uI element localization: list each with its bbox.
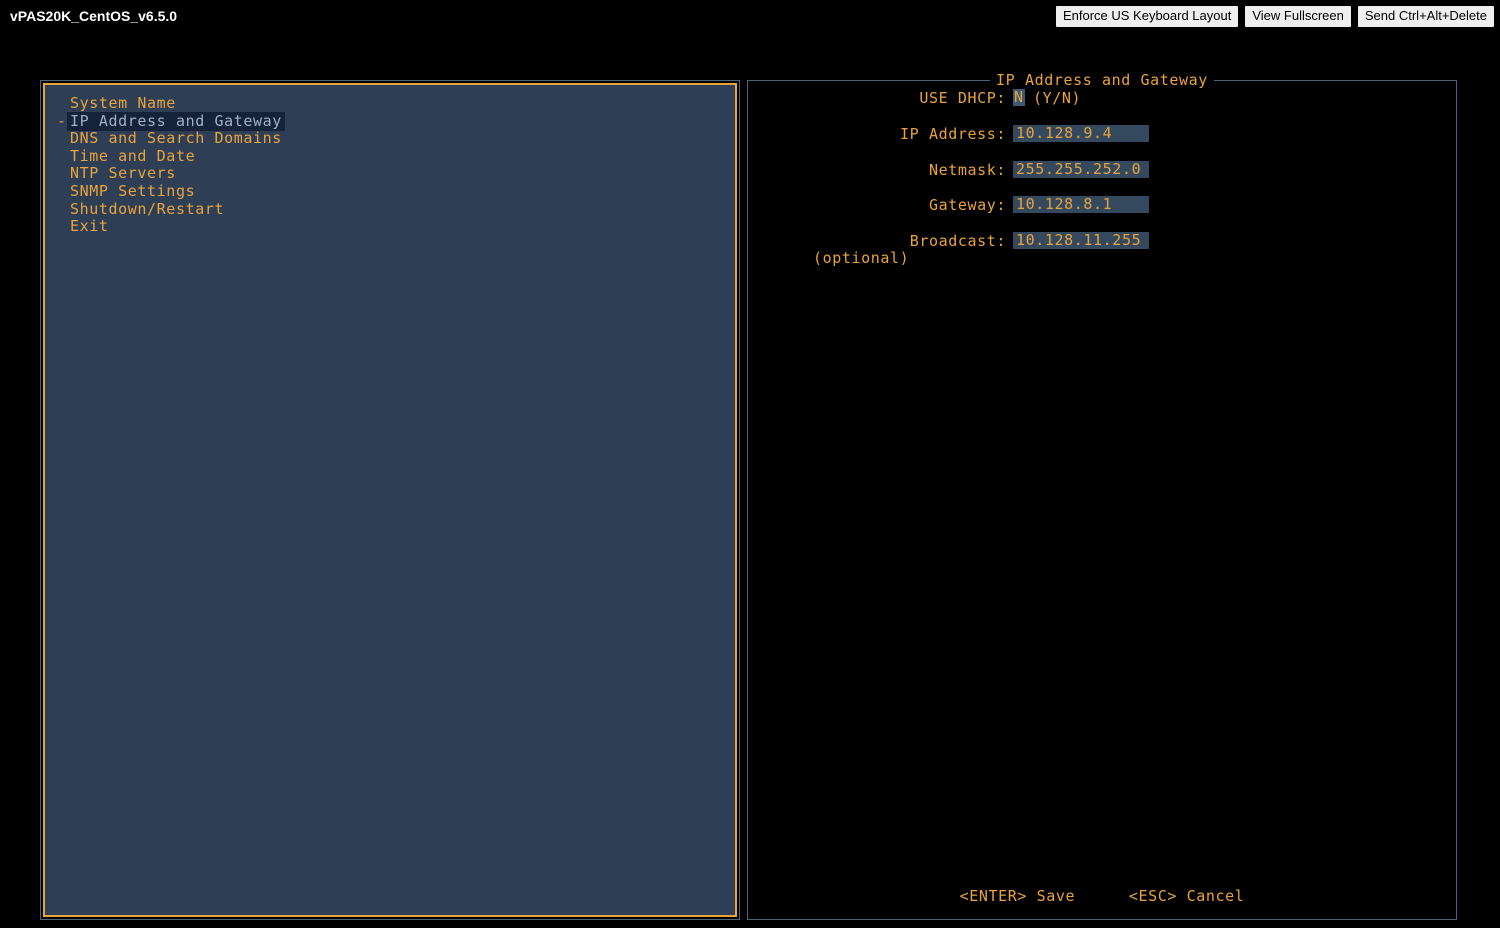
menu-item-label: Exit [70,217,109,236]
broadcast-row: Broadcast: 10.128.11.255 (optional) [748,232,1456,267]
netmask-label: Netmask: [928,161,1006,179]
use-dhcp-hint: (Y/N) [1033,89,1082,107]
gateway-row: Gateway: 10.128.8.1 [748,196,1456,214]
sidebar-item-exit[interactable]: Exit [57,218,717,236]
netmask-input[interactable]: 255.255.252.0 [1013,161,1149,178]
sidebar-item-snmp-settings[interactable]: SNMP Settings [57,181,717,201]
sidebar-item-dns-and-search-domains[interactable]: DNS and Search Domains [57,130,717,148]
enforce-us-keyboard-layout-button[interactable]: Enforce US Keyboard Layout [1054,5,1240,28]
ip-address-input[interactable]: 10.128.9.4 [1013,125,1149,142]
cancel-action-hint[interactable]: <ESC> Cancel [1129,887,1245,905]
sidebar-item-ntp-servers[interactable]: NTP Servers [57,165,717,183]
console-title: vPAS20K_CentOS_v6.5.0 [10,8,178,24]
broadcast-label: Broadcast: [909,232,1006,250]
main-menu-panel-inner: System Name - IP Address and Gateway DNS… [43,83,737,917]
sidebar-item-shutdown-restart[interactable]: Shutdown/Restart [57,199,717,219]
menu-item-label: Shutdown/Restart [70,199,225,218]
vnc-console-screen: System Name - IP Address and Gateway DNS… [0,35,1500,928]
netmask-row: Netmask: 255.255.252.0 [748,161,1456,179]
sidebar-item-ip-address-and-gateway[interactable]: - IP Address and Gateway [57,111,717,131]
menu-item-label: System Name [70,94,176,112]
menu-item-label: IP Address and Gateway [68,111,284,131]
save-action-hint[interactable]: <ENTER> Save [960,887,1076,905]
broadcast-input[interactable]: 10.128.11.255 [1013,232,1149,249]
sidebar-item-time-and-date[interactable]: Time and Date [57,146,717,166]
menu-selection-marker-icon: - [57,111,67,130]
titlebar-button-group: Enforce US Keyboard Layout View Fullscre… [1054,5,1495,28]
gateway-label: Gateway: [928,196,1006,214]
menu-item-label: DNS and Search Domains [70,129,282,148]
view-fullscreen-button[interactable]: View Fullscreen [1244,5,1352,28]
menu-item-label: SNMP Settings [70,181,196,200]
broadcast-optional-note: (optional) [813,249,910,267]
form-panel-title-text: IP Address and Gateway [990,71,1214,89]
use-dhcp-input[interactable]: N [1013,89,1025,106]
ip-address-label: IP Address: [900,125,1006,143]
gateway-input[interactable]: 10.128.8.1 [1013,196,1149,213]
window-title-bar: vPAS20K_CentOS_v6.5.0 Enforce US Keyboar… [0,0,1500,35]
menu-item-label: NTP Servers [70,164,176,183]
main-menu-list: System Name - IP Address and Gateway DNS… [57,94,717,236]
use-dhcp-row: USE DHCP: N (Y/N) [748,89,1456,108]
use-dhcp-label: USE DHCP: [919,89,1006,107]
send-ctrl-alt-delete-button[interactable]: Send Ctrl+Alt+Delete [1356,5,1495,28]
form-panel-title: IP Address and Gateway [748,71,1456,89]
ip-address-and-gateway-form-panel: IP Address and Gateway USE DHCP: N (Y/N)… [747,71,1457,920]
form-footer-actions: <ENTER> Save <ESC> Cancel [748,887,1456,905]
sidebar-item-system-name[interactable]: System Name [57,94,717,113]
main-menu-panel: System Name - IP Address and Gateway DNS… [40,80,740,920]
ip-address-row: IP Address: 10.128.9.4 [748,125,1456,143]
menu-item-label: Time and Date [70,146,196,165]
